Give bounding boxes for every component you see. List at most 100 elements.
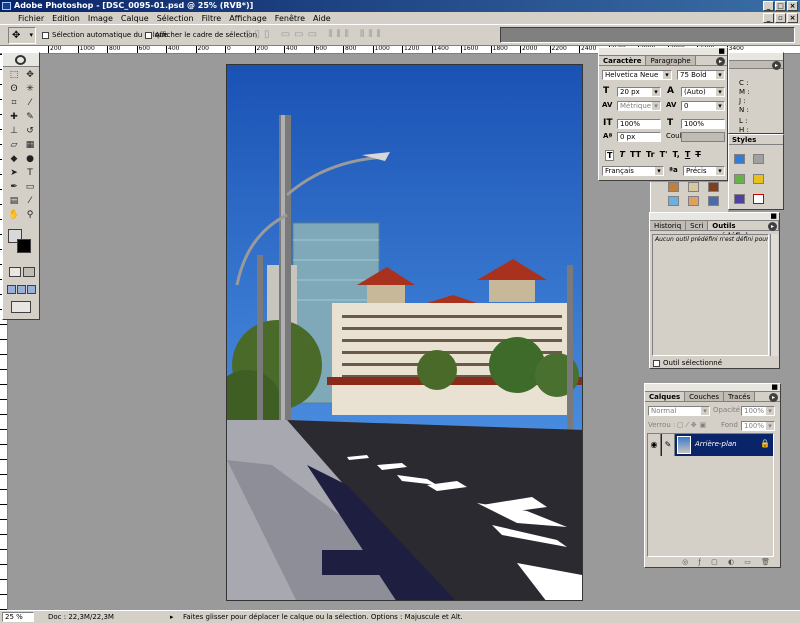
lock-icons[interactable]: ▢⁄✥▣ (677, 421, 709, 430)
blend-mode-dropdown[interactable]: Normal (648, 406, 710, 416)
vertical-scale-field[interactable]: 100% (617, 119, 661, 129)
subscript-button[interactable]: T, (672, 150, 679, 161)
superscript-button[interactable]: T' (660, 150, 668, 161)
tab-paragraphe[interactable]: Paragraphe (646, 56, 696, 65)
close-icon[interactable]: ■ (770, 213, 777, 220)
crop-tool-icon[interactable]: ⌗ (7, 97, 21, 109)
all-caps-button[interactable]: TT (630, 150, 641, 161)
menu-aide[interactable]: Aide (309, 14, 335, 23)
kerning-field[interactable]: Métrique (617, 101, 661, 111)
font-family-dropdown[interactable]: Helvetica Neue (602, 70, 672, 80)
style-swatch[interactable] (668, 196, 679, 206)
close-icon[interactable]: ■ (771, 384, 778, 391)
underline-button[interactable]: T (685, 150, 690, 161)
current-tool-only-checkbox[interactable] (653, 359, 660, 367)
language-dropdown[interactable]: Français (602, 166, 664, 176)
style-swatch[interactable] (688, 182, 699, 192)
magic-wand-tool-icon[interactable]: ✳ (23, 83, 37, 95)
font-style-dropdown[interactable]: 75 Bold (677, 70, 725, 80)
notes-tool-icon[interactable]: ▤ (7, 195, 21, 207)
style-swatch[interactable] (688, 196, 699, 206)
info-panel-header[interactable] (729, 53, 783, 61)
pen-tool-icon[interactable]: ✒ (7, 181, 21, 193)
maximize-button[interactable]: □ (775, 1, 786, 11)
small-caps-button[interactable]: Tr (646, 150, 655, 161)
screen-mode-standard-icon[interactable] (7, 285, 16, 294)
tool-preset-picker[interactable]: ✥ ▾ (8, 27, 36, 44)
show-bounds-option[interactable]: Afficher le cadre de sélection (145, 31, 257, 39)
menu-affichage[interactable]: Affichage (225, 14, 271, 23)
menu-image[interactable]: Image (84, 14, 117, 23)
zoom-field[interactable]: 25 % (2, 612, 34, 622)
show-bounds-checkbox[interactable] (145, 31, 152, 39)
background-color-swatch[interactable] (17, 239, 31, 253)
lasso-tool-icon[interactable]: ʘ (7, 83, 21, 95)
zoom-tool-icon[interactable]: ⚲ (23, 209, 37, 221)
screen-mode-full-menu-icon[interactable] (17, 285, 26, 294)
clone-stamp-tool-icon[interactable]: ⊥ (7, 125, 21, 137)
character-panel-header[interactable]: ■ (599, 48, 727, 56)
doc-restore-button[interactable]: ▫ (775, 13, 786, 23)
jump-to-imageready-icon[interactable] (11, 301, 31, 313)
doc-close-button[interactable]: × (787, 13, 798, 23)
layer-name[interactable]: Arrière-plan (695, 440, 737, 448)
tracking-field[interactable]: 0 (681, 101, 725, 111)
style-swatch[interactable] (753, 154, 764, 164)
minimize-button[interactable]: _ (763, 1, 774, 11)
fill-field[interactable]: 100% (741, 421, 775, 431)
eye-icon[interactable]: ◉ (648, 434, 661, 456)
tab-scripts[interactable]: Scri (686, 221, 709, 230)
menu-selection[interactable]: Sélection (153, 14, 198, 23)
current-tool-only-option[interactable]: Outil sélectionné (653, 359, 722, 367)
faux-bold-button[interactable]: T (605, 150, 615, 161)
tab-historique[interactable]: Historiq (650, 221, 687, 230)
info-menu-button[interactable]: ▸ (772, 61, 781, 70)
tab-couches[interactable]: Couches (685, 392, 725, 401)
dodge-tool-icon[interactable]: ● (23, 153, 37, 165)
presets-menu-button[interactable]: ▸ (768, 222, 777, 231)
style-swatch[interactable] (753, 174, 764, 184)
menu-fichier[interactable]: Fichier (14, 14, 48, 23)
styles-tab[interactable]: Styles (729, 135, 783, 145)
quick-mask-icon[interactable] (23, 267, 35, 277)
opacity-field[interactable]: 100% (741, 406, 775, 416)
hand-tool-icon[interactable]: ✋ (7, 209, 21, 221)
move-tool-icon[interactable]: ✥ (23, 69, 37, 81)
style-swatch[interactable] (734, 154, 745, 164)
healing-brush-tool-icon[interactable]: ✚ (7, 111, 21, 123)
font-size-field[interactable]: 20 px (617, 87, 661, 97)
horizontal-scale-field[interactable]: 100% (681, 119, 725, 129)
quick-mask-standard-icon[interactable] (9, 267, 21, 277)
shape-tool-icon[interactable]: ▭ (23, 181, 37, 193)
marquee-tool-icon[interactable]: ⬚ (7, 69, 21, 81)
style-swatch[interactable] (668, 182, 679, 192)
menu-fenetre[interactable]: Fenêtre (271, 14, 309, 23)
close-icon[interactable]: ■ (718, 48, 725, 55)
faux-italic-button[interactable]: T (619, 150, 624, 161)
baseline-shift-field[interactable]: 0 px (617, 132, 661, 142)
tab-traces[interactable]: Tracés (724, 392, 756, 401)
brush-tool-icon[interactable]: ✎ (23, 111, 37, 123)
leading-field[interactable]: (Auto) (681, 87, 725, 97)
screen-mode-full-icon[interactable] (27, 285, 36, 294)
close-button[interactable]: × (787, 1, 798, 11)
style-swatch[interactable] (734, 194, 745, 204)
menu-calque[interactable]: Calque (117, 14, 153, 23)
layers-menu-button[interactable]: ▸ (769, 393, 778, 402)
gradient-tool-icon[interactable]: ▦ (23, 139, 37, 151)
eyedropper-tool-icon[interactable]: ⁄ (23, 195, 37, 207)
type-tool-icon[interactable]: T (23, 167, 37, 179)
text-color-swatch[interactable] (681, 132, 725, 142)
doc-minimize-button[interactable]: _ (763, 13, 774, 23)
antialias-dropdown[interactable]: Précis (683, 166, 725, 176)
menu-edition[interactable]: Edition (48, 14, 84, 23)
slice-tool-icon[interactable]: ⁄ (23, 97, 37, 109)
style-swatch-none[interactable] (753, 194, 764, 204)
auto-select-checkbox[interactable] (42, 31, 49, 39)
panel-menu-button[interactable]: ▸ (716, 57, 725, 66)
triangle-right-icon[interactable]: ▸ (170, 611, 180, 623)
eraser-tool-icon[interactable]: ▱ (7, 139, 21, 151)
path-selection-tool-icon[interactable]: ➤ (7, 167, 21, 179)
layer-action-icons[interactable]: ◎ ƒ ▢ ◐ ▭ 🗑 (647, 558, 774, 567)
style-swatch[interactable] (734, 174, 745, 184)
